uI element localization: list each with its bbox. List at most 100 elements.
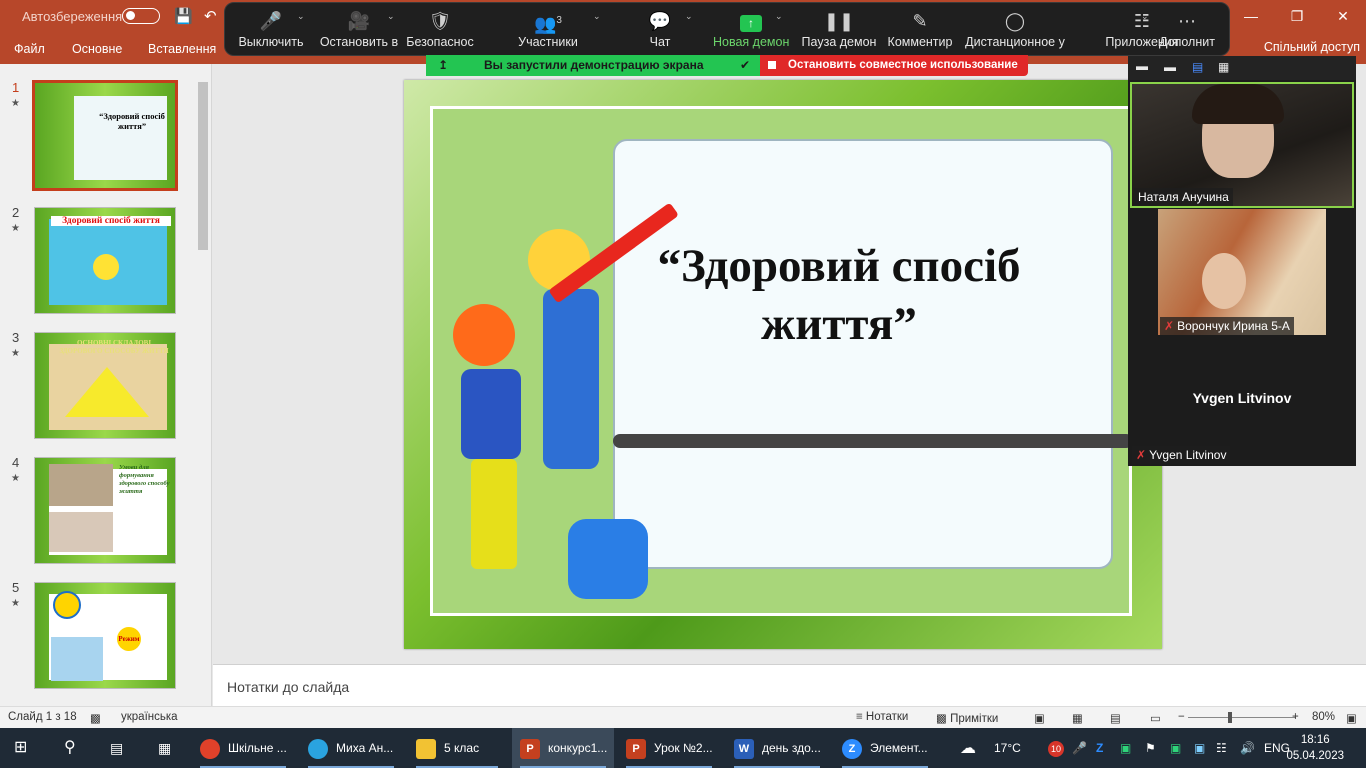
- zoom-level[interactable]: 80%: [1312, 711, 1335, 723]
- zoom-tray-icon[interactable]: Z: [1096, 741, 1103, 755]
- share-button[interactable]: Спільний доступ: [1257, 36, 1366, 58]
- minimize-icon[interactable]: —: [1228, 0, 1274, 32]
- close-icon[interactable]: ✕: [1320, 0, 1366, 32]
- stop-video-button[interactable]: 🎥 Остановить в ⌄: [317, 3, 401, 57]
- slide-thumbnail-3[interactable]: ОСНОВНІ СКЛАДОВІ ЗДОРОВОГО СПОСОБУ ЖИТТЯ: [34, 332, 176, 439]
- slideshow-icon[interactable]: ▭: [1150, 711, 1161, 725]
- stop-share-button[interactable]: Остановить совместное использование: [760, 55, 1028, 76]
- slide-number: 1: [12, 80, 20, 95]
- comments-button[interactable]: ▩ Примітки: [936, 711, 998, 725]
- security-button[interactable]: 🛡 Безопаснос: [405, 3, 475, 57]
- new-share-button[interactable]: ↑ Новая демон ⌄: [713, 3, 789, 57]
- language-indicator[interactable]: українська: [121, 711, 178, 723]
- tray-app-icon[interactable]: ▣: [1170, 741, 1181, 755]
- normal-view-icon[interactable]: ▣: [1034, 711, 1045, 725]
- network-icon[interactable]: ☷: [1216, 741, 1227, 755]
- scrollbar-thumb[interactable]: [198, 82, 208, 250]
- participant-video-tile[interactable]: ✗ Ворончук Ирина 5-А: [1158, 209, 1326, 335]
- more-button[interactable]: ⋯ Дополнит: [1157, 3, 1217, 57]
- share-arrow-icon: ↑: [740, 15, 762, 32]
- pencil-icon: ✎: [912, 11, 928, 31]
- current-slide[interactable]: [404, 80, 1162, 649]
- tray-flag-icon[interactable]: ⚑: [1145, 741, 1156, 755]
- taskbar-item-label: конкурс1...: [548, 741, 608, 755]
- autosave-toggle[interactable]: [122, 8, 160, 24]
- notes-button[interactable]: ≡ Нотатки: [856, 711, 908, 723]
- microphone-icon[interactable]: 🎤: [1072, 741, 1087, 755]
- participant-video-tile[interactable]: Наталя Анучина: [1130, 82, 1354, 208]
- pause-share-label: Пауза демон: [801, 35, 877, 49]
- tab-insert[interactable]: Вставлення: [148, 42, 216, 56]
- undo-icon[interactable]: ↶: [204, 7, 217, 25]
- hide-video-icon[interactable]: ▬: [1164, 60, 1176, 74]
- annotate-button[interactable]: ✎ Комментир: [887, 3, 953, 57]
- notification-badge[interactable]: 10: [1048, 741, 1064, 757]
- tray-app-icon[interactable]: ▣: [1194, 741, 1205, 755]
- chevron-down-icon[interactable]: ⌄: [775, 11, 783, 22]
- weather-temp[interactable]: 17°C: [994, 741, 1021, 755]
- boy-body-illustration: [461, 369, 521, 459]
- slide-thumbnail-1[interactable]: “Здоровий спосіб життя”: [32, 80, 178, 191]
- reading-view-icon[interactable]: ▤: [1110, 711, 1121, 725]
- save-icon[interactable]: 💾: [174, 7, 193, 25]
- window-controls: — ❐ ✕: [1228, 0, 1366, 32]
- cloud-weather-icon[interactable]: ☁: [960, 738, 976, 758]
- chevron-down-icon[interactable]: ⌄: [1141, 11, 1149, 22]
- slide-number: 3: [12, 330, 20, 345]
- search-icon[interactable]: ⚲: [64, 728, 76, 768]
- task-view-icon[interactable]: ▤: [110, 728, 123, 768]
- tab-file[interactable]: Файл: [14, 42, 45, 56]
- fit-to-window-icon[interactable]: ▣: [1346, 711, 1357, 725]
- taskbar-item-label: 5 клас: [444, 741, 480, 755]
- zoom-in-icon[interactable]: +: [1292, 711, 1299, 723]
- taskbar-item[interactable]: 5 клас: [408, 728, 506, 768]
- tab-home[interactable]: Основне: [72, 42, 122, 56]
- thumbnails-scrollbar[interactable]: [196, 68, 210, 702]
- mute-label: Выключить: [238, 35, 304, 49]
- tray-app-icon[interactable]: ▣: [1120, 741, 1131, 755]
- slide-number: 5: [12, 580, 20, 595]
- calculator-icon[interactable]: ▦: [158, 728, 171, 768]
- speaker-view-icon[interactable]: ▤: [1192, 60, 1203, 74]
- share-label: Спільний доступ: [1263, 40, 1360, 54]
- chevron-down-icon[interactable]: ⌄: [685, 11, 693, 22]
- slide-sorter-icon[interactable]: ▦: [1072, 711, 1083, 725]
- taskbar-item[interactable]: Pконкурс1...: [512, 728, 614, 768]
- participant-name: Ворончук Ирина 5-А: [1177, 319, 1290, 333]
- taskbar-item[interactable]: Миха Ан...: [300, 728, 402, 768]
- zoom-meeting-toolbar: 🎤 Выключить ⌄ 🎥 Остановить в ⌄ 🛡 Безопас…: [224, 2, 1230, 56]
- slide-number: 4: [12, 455, 20, 470]
- taskbar-item[interactable]: P Урок №2...: [618, 728, 720, 768]
- windows-start-icon[interactable]: ⊞: [14, 728, 27, 768]
- slide-thumbnail-5[interactable]: Режим дня: [34, 582, 176, 689]
- remote-control-button[interactable]: ◯ Дистанционное у: [965, 3, 1065, 57]
- clock-icon: [53, 591, 81, 619]
- volume-icon[interactable]: 🔊: [1240, 741, 1255, 755]
- zoom-slider-knob[interactable]: [1228, 712, 1232, 723]
- slide-thumbnail-4[interactable]: Умови для формування здорового способу ж…: [34, 457, 176, 564]
- zoom-out-icon[interactable]: −: [1178, 711, 1185, 723]
- notes-pane[interactable]: Нотатки до слайда: [213, 664, 1366, 706]
- minimize-icon[interactable]: ▬: [1136, 59, 1148, 73]
- slide-thumbnail-2[interactable]: Здоровий спосіб життя: [34, 207, 176, 314]
- mute-button[interactable]: 🎤 Выключить ⌄: [233, 3, 309, 57]
- gallery-view-icon[interactable]: ▦: [1218, 60, 1229, 74]
- chevron-down-icon[interactable]: ⌄: [387, 11, 395, 22]
- taskbar-item[interactable]: Wдень здо...: [726, 728, 828, 768]
- sun-icon: [93, 254, 119, 280]
- chevron-down-icon[interactable]: ⌄: [593, 11, 601, 22]
- participants-button[interactable]: 👥3 Участники ⌄: [513, 3, 600, 57]
- chevron-down-icon[interactable]: ⌄: [297, 11, 305, 22]
- system-clock[interactable]: 18:16 05.04.2023: [1286, 732, 1344, 764]
- participant-video-tile[interactable]: Yvgen Litvinov ✗ Yvgen Litvinov: [1130, 338, 1354, 464]
- animation-star-icon: ★: [11, 598, 20, 609]
- zoom-slider[interactable]: [1188, 712, 1296, 723]
- maximize-icon[interactable]: ❐: [1274, 0, 1320, 32]
- taskbar-item[interactable]: Шкільне ...: [192, 728, 294, 768]
- chat-button[interactable]: 💬 Чат ⌄: [635, 3, 693, 57]
- pause-share-button[interactable]: ❚❚ Пауза демон: [801, 3, 877, 57]
- chat-label: Чат: [649, 35, 671, 49]
- accessibility-icon[interactable]: ▩: [90, 711, 101, 725]
- taskbar-item[interactable]: Z Элемент...: [834, 728, 936, 768]
- slide-title[interactable]: “Здоровий спосіб життя”: [634, 237, 1044, 353]
